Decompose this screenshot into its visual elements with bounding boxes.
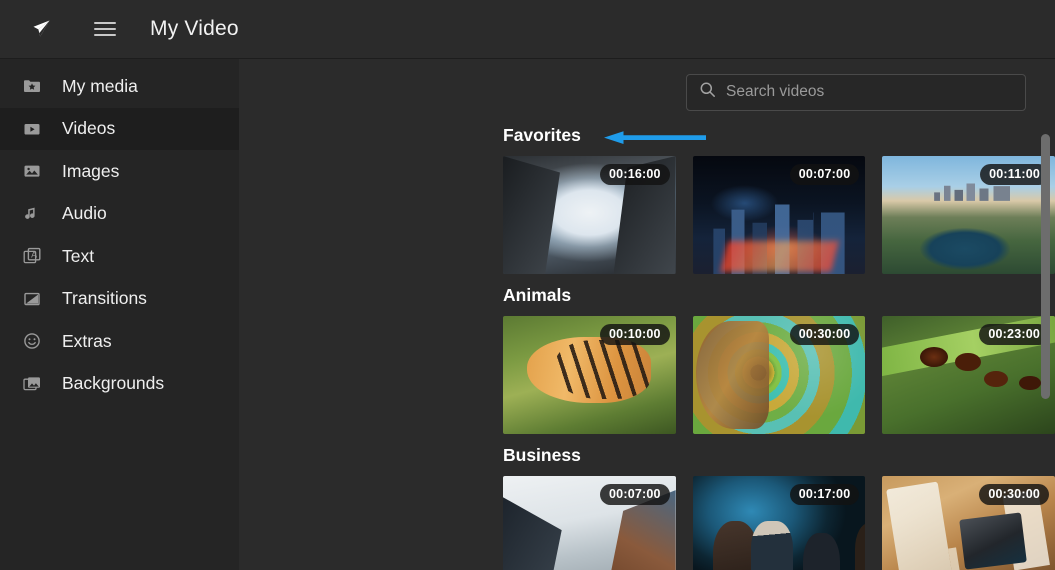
image-icon: [22, 161, 48, 181]
duration-badge: 00:11:00: [980, 164, 1050, 185]
section-header: Business See all: [503, 445, 1055, 476]
video-card[interactable]: 00:07:00: [692, 156, 866, 274]
sidebar-item-label: Extras: [62, 330, 112, 351]
page-title: My Video: [150, 17, 239, 40]
sidebar-item-images[interactable]: Images: [0, 150, 239, 193]
sidebar-item-label: Transitions: [62, 288, 147, 309]
video-row: 00:16:00 00:07:00 00:11:00: [503, 156, 1055, 274]
section-business: Business See all 00:07:00 00:17:00: [503, 445, 1055, 570]
section-title: Animals: [503, 285, 572, 305]
sidebar-item-text[interactable]: A Text: [0, 235, 239, 278]
sidebar: My media Videos Images Audio A Text Tran…: [0, 59, 239, 570]
section-title: Business: [503, 445, 581, 465]
paper-plane-logo[interactable]: [22, 15, 60, 43]
sidebar-item-label: Videos: [62, 118, 116, 139]
sidebar-item-videos[interactable]: Videos: [0, 107, 239, 150]
section-header: Favorites: [503, 125, 1055, 156]
video-card[interactable]: 00:30:00: [882, 476, 1055, 570]
search-row: [239, 59, 1055, 125]
transition-icon: [22, 289, 48, 309]
video-play-icon: [22, 119, 48, 139]
search-box[interactable]: [686, 73, 1026, 111]
video-card[interactable]: 00:07:00: [503, 476, 676, 570]
video-sections: Favorites 00:16:00 00:07:00 00:11:00 Ani…: [239, 125, 1055, 570]
duration-badge: 00:16:00: [600, 164, 670, 185]
video-card[interactable]: 00:10:00: [503, 316, 676, 434]
video-card[interactable]: 00:11:00: [882, 156, 1055, 274]
duration-badge: 00:30:00: [979, 484, 1050, 505]
video-row: 00:07:00 00:17:00 00:30:00: [503, 476, 1055, 570]
title-bar: My Video: [0, 0, 1055, 59]
sidebar-item-label: Text: [62, 245, 95, 266]
scrollbar-thumb[interactable]: [1041, 134, 1050, 399]
backgrounds-icon: [22, 374, 48, 394]
sidebar-item-transitions[interactable]: Transitions: [0, 278, 239, 321]
sidebar-item-my-media[interactable]: My media: [0, 65, 239, 108]
search-icon: [699, 81, 716, 103]
sidebar-item-audio[interactable]: Audio: [0, 193, 239, 236]
hamburger-menu-icon[interactable]: [94, 18, 116, 40]
video-card[interactable]: 00:30:00: [692, 316, 866, 434]
video-card[interactable]: 00:23:00: [882, 316, 1055, 434]
duration-badge: 00:30:00: [789, 324, 860, 345]
sidebar-item-label: Backgrounds: [62, 373, 165, 394]
video-row: 00:10:00 00:30:00 00:23:00: [503, 316, 1055, 434]
section-title: Favorites: [503, 125, 581, 145]
section-favorites: Favorites 00:16:00 00:07:00 00:11:00: [503, 125, 1055, 274]
left-arrow-annotation: [603, 128, 706, 147]
duration-badge: 00:17:00: [789, 484, 860, 505]
section-animals: Animals See all 00:10:00 00:30:00: [503, 285, 1055, 434]
duration-badge: 00:07:00: [789, 164, 860, 185]
text-a-icon: A: [22, 246, 48, 266]
hamburger-line: [94, 22, 116, 24]
music-note-icon: [22, 204, 48, 224]
sidebar-item-label: My media: [62, 75, 138, 96]
sidebar-item-label: Audio: [62, 203, 107, 224]
app-body: My media Videos Images Audio A Text Tran…: [0, 59, 1055, 570]
smiley-icon: [22, 331, 48, 351]
search-input[interactable]: [726, 83, 1013, 101]
svg-text:A: A: [31, 250, 37, 260]
app-window: My Video My media Videos Images Audio A …: [0, 0, 1055, 570]
video-card[interactable]: 00:16:00: [503, 156, 676, 274]
main-content: Favorites 00:16:00: [239, 59, 1055, 570]
folder-star-icon: [22, 76, 48, 96]
scrollbar-track[interactable]: [1041, 59, 1050, 570]
video-card[interactable]: 00:17:00: [692, 476, 866, 570]
duration-badge: 00:07:00: [600, 484, 670, 505]
duration-badge: 00:10:00: [600, 324, 670, 345]
hamburger-line: [94, 34, 116, 36]
sidebar-item-extras[interactable]: Extras: [0, 320, 239, 363]
sidebar-item-backgrounds[interactable]: Backgrounds: [0, 363, 239, 406]
duration-badge: 00:23:00: [979, 324, 1050, 345]
sidebar-item-label: Images: [62, 160, 120, 181]
hamburger-line: [94, 28, 116, 30]
section-header: Animals See all: [503, 285, 1055, 316]
